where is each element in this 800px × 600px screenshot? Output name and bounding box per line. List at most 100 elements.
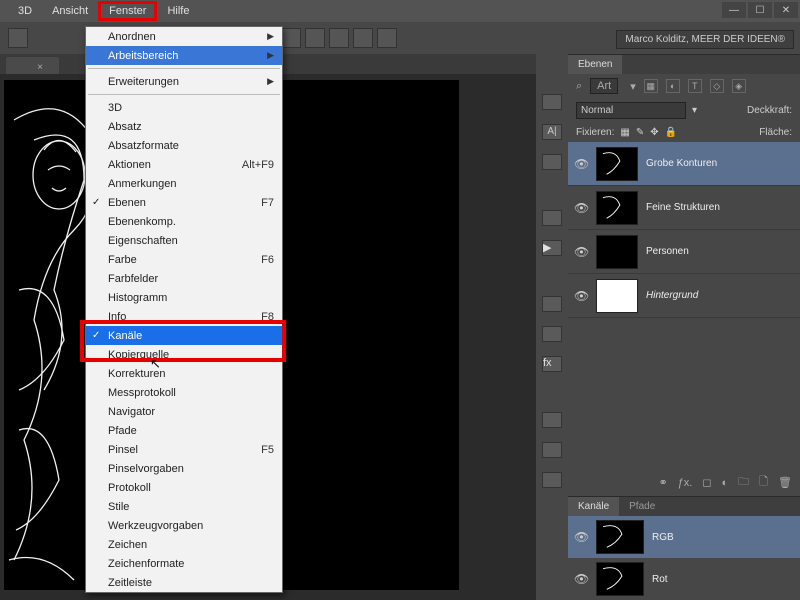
layer-thumb[interactable]	[596, 147, 638, 181]
menu-ebenenkomp[interactable]: Ebenenkomp.	[86, 212, 282, 231]
maximize-button[interactable]: ☐	[748, 2, 772, 18]
panel-icon[interactable]	[542, 210, 562, 226]
tab-kanaele[interactable]: Kanäle	[568, 497, 619, 516]
layer-thumb[interactable]	[596, 235, 638, 269]
layer-name[interactable]: Grobe Konturen	[646, 158, 717, 169]
filter-icon[interactable]: ◇	[710, 79, 724, 93]
menu-aktionen[interactable]: AktionenAlt+F9	[86, 155, 282, 174]
menu-ebenen[interactable]: EbenenF7	[86, 193, 282, 212]
visibility-icon[interactable]: 👁	[574, 289, 588, 303]
delete-icon[interactable]: 🗑	[778, 476, 792, 489]
layer-name[interactable]: Feine Strukturen	[646, 202, 720, 213]
menu-erweiterungen[interactable]: Erweiterungen▶	[86, 72, 282, 91]
menu-arbeitsbereich[interactable]: Arbeitsbereich▶	[86, 46, 282, 65]
menu-absatz[interactable]: Absatz	[86, 117, 282, 136]
filter-type[interactable]: Art	[590, 78, 618, 94]
lock-pixels-icon[interactable]: ▦	[620, 127, 629, 138]
menu-farbe[interactable]: FarbeF6	[86, 250, 282, 269]
menu-kanaele[interactable]: Kanäle	[86, 326, 282, 345]
new-layer-icon[interactable]: 🗋	[759, 473, 768, 492]
menu-3d-panel[interactable]: 3D	[86, 98, 282, 117]
menu-3d[interactable]: 3D	[8, 2, 42, 20]
layer-row[interactable]: 👁 Feine Strukturen	[568, 186, 800, 230]
panel-icon[interactable]	[542, 296, 562, 312]
visibility-icon[interactable]: 👁	[574, 157, 588, 171]
layer-name[interactable]: Hintergrund	[646, 290, 698, 301]
panel-icon[interactable]: A|	[542, 124, 562, 140]
layer-name[interactable]: Personen	[646, 246, 689, 257]
menu-ansicht[interactable]: Ansicht	[42, 2, 98, 20]
channel-thumb[interactable]	[596, 520, 644, 554]
mask-icon[interactable]: ◻	[702, 476, 711, 489]
menu-stile[interactable]: Stile	[86, 497, 282, 516]
menu-zeitleiste[interactable]: Zeitleiste	[86, 573, 282, 592]
menu-navigator[interactable]: Navigator	[86, 402, 282, 421]
filter-icon[interactable]: ◈	[732, 79, 746, 93]
layer-thumb[interactable]	[596, 279, 638, 313]
submenu-arrow-icon: ▶	[267, 76, 274, 87]
menu-absatzformate[interactable]: Absatzformate	[86, 136, 282, 155]
lock-move-icon[interactable]: ✥	[650, 127, 658, 138]
blend-mode[interactable]: Normal	[576, 102, 686, 119]
menu-info[interactable]: InfoF8	[86, 307, 282, 326]
layers-panel: Ebenen ⌕ Art ▾ ▦ ◐ T ◇ ◈ Normal▾ Deckkra…	[568, 54, 800, 496]
menu-werkzeugvorgaben[interactable]: Werkzeugvorgaben	[86, 516, 282, 535]
menu-korrekturen[interactable]: Korrekturen	[86, 364, 282, 383]
channel-row[interactable]: 👁 Rot	[568, 558, 800, 600]
panel-icon[interactable]: ▶	[542, 240, 562, 256]
menu-pfade[interactable]: Pfade	[86, 421, 282, 440]
minimize-button[interactable]: —	[722, 2, 746, 18]
lock-brush-icon[interactable]: ✎	[636, 127, 644, 138]
visibility-icon[interactable]: 👁	[574, 530, 588, 544]
layer-row[interactable]: 👁 Personen	[568, 230, 800, 274]
menu-zeichen[interactable]: Zeichen	[86, 535, 282, 554]
layer-thumb[interactable]	[596, 191, 638, 225]
tab-ebenen[interactable]: Ebenen	[568, 55, 622, 74]
menu-farbfelder[interactable]: Farbfelder	[86, 269, 282, 288]
menu-pinselvorgaben[interactable]: Pinselvorgaben	[86, 459, 282, 478]
mode-icon[interactable]	[329, 28, 349, 48]
menu-protokoll[interactable]: Protokoll	[86, 478, 282, 497]
group-icon[interactable]: 🗀	[738, 473, 749, 492]
panel-icon[interactable]	[542, 94, 562, 110]
adjustment-icon[interactable]: ◐	[722, 477, 729, 489]
menu-eigenschaften[interactable]: Eigenschaften	[86, 231, 282, 250]
panel-icon[interactable]	[542, 472, 562, 488]
mode-icon[interactable]	[281, 28, 301, 48]
menu-anordnen[interactable]: Anordnen▶	[86, 27, 282, 46]
layer-row[interactable]: 👁 Hintergrund	[568, 274, 800, 318]
filter-icon[interactable]: T	[688, 79, 702, 93]
visibility-icon[interactable]: 👁	[574, 245, 588, 259]
menu-anmerkungen[interactable]: Anmerkungen	[86, 174, 282, 193]
filter-icon[interactable]: ▦	[644, 79, 658, 93]
menu-messprotokoll[interactable]: Messprotokoll	[86, 383, 282, 402]
menu-histogramm[interactable]: Histogramm	[86, 288, 282, 307]
close-button[interactable]: ✕	[774, 2, 798, 18]
panel-icon[interactable]: fx	[542, 356, 562, 372]
menu-fenster[interactable]: Fenster	[98, 1, 157, 21]
menu-hilfe[interactable]: Hilfe	[157, 2, 199, 20]
panel-icon[interactable]	[542, 412, 562, 428]
visibility-icon[interactable]: 👁	[574, 572, 588, 586]
channel-thumb[interactable]	[596, 562, 644, 596]
filter-icon[interactable]: ◐	[666, 79, 680, 93]
panel-icon[interactable]	[542, 326, 562, 342]
menu-kopierquelle[interactable]: Kopierquelle	[86, 345, 282, 364]
visibility-icon[interactable]: 👁	[574, 201, 588, 215]
mode-icon[interactable]	[353, 28, 373, 48]
layer-list: 👁 Grobe Konturen 👁 Feine Strukturen 👁 Pe…	[568, 142, 800, 318]
tab-pfade[interactable]: Pfade	[619, 497, 665, 516]
menu-pinsel[interactable]: PinselF5	[86, 440, 282, 459]
panel-icon[interactable]	[542, 442, 562, 458]
tool-icon[interactable]	[8, 28, 28, 48]
link-layers-icon[interactable]: ⚭	[658, 476, 667, 489]
fx-icon[interactable]: ƒx.	[678, 477, 693, 489]
panel-icon[interactable]	[542, 154, 562, 170]
menu-zeichenformate[interactable]: Zeichenformate	[86, 554, 282, 573]
close-tab-icon[interactable]: ×	[37, 62, 43, 73]
layer-row[interactable]: 👁 Grobe Konturen	[568, 142, 800, 186]
mode-icon[interactable]	[377, 28, 397, 48]
lock-all-icon[interactable]: 🔒	[665, 127, 677, 138]
channel-row[interactable]: 👁 RGB	[568, 516, 800, 558]
mode-icon[interactable]	[305, 28, 325, 48]
